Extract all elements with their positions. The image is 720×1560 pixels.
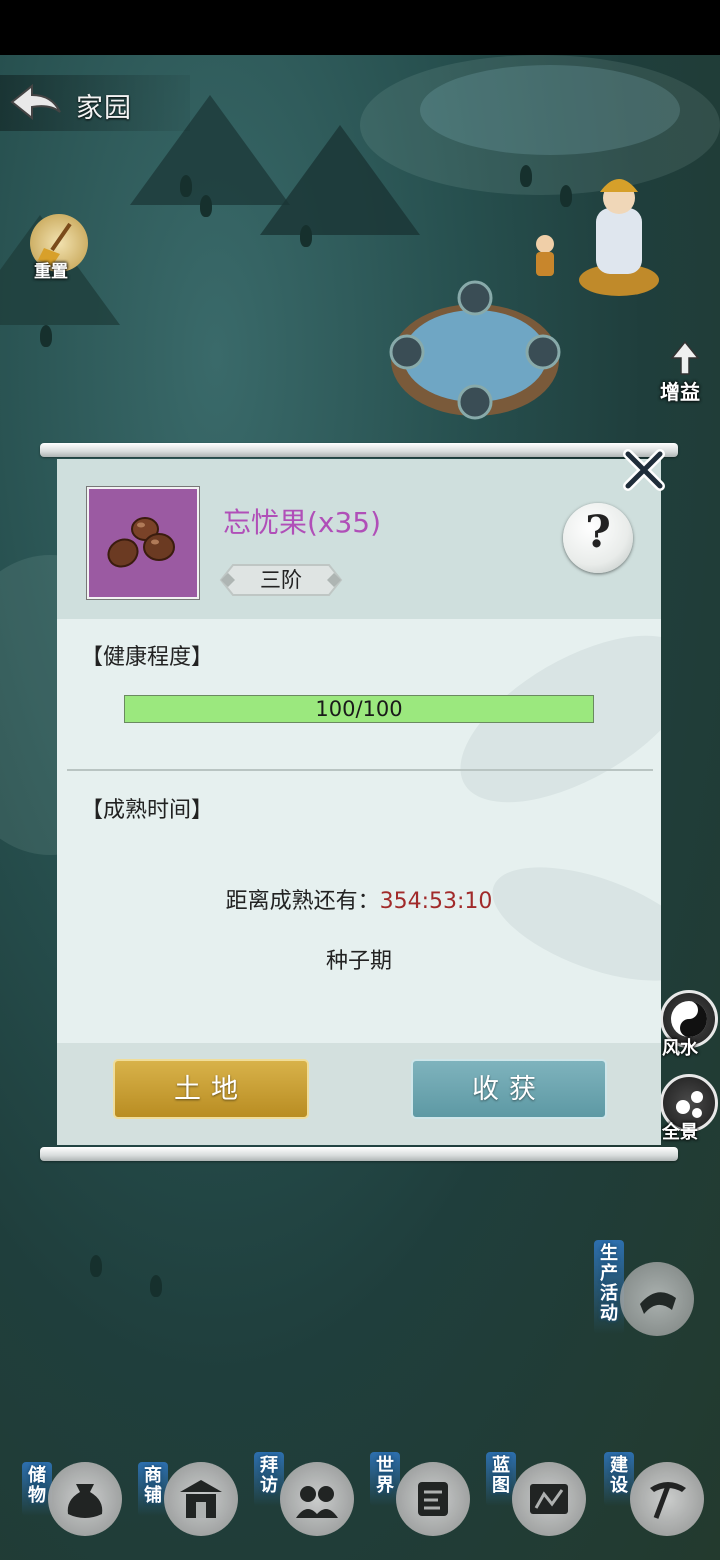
tree <box>520 165 532 187</box>
blueprint-icon <box>530 1484 568 1514</box>
tier-badge: 三阶 <box>219 563 343 597</box>
bamboo-watermark <box>478 844 661 1004</box>
item-slot[interactable] <box>87 487 199 599</box>
question-icon: ? <box>585 507 611 558</box>
storage-button[interactable] <box>48 1462 122 1536</box>
scroll-rod-bottom <box>40 1147 678 1161</box>
mountain <box>260 125 420 235</box>
arrow-up-icon[interactable] <box>668 340 702 376</box>
growth-stage: 种子期 <box>325 949 392 974</box>
maturity-value: 354:53:10 <box>379 889 493 914</box>
production-icon <box>640 1292 676 1314</box>
blueprint-button[interactable] <box>512 1462 586 1536</box>
land-button[interactable]: 土地 <box>113 1059 309 1119</box>
deity-statue[interactable] <box>578 168 660 300</box>
dock-label-storage: 储物 <box>22 1462 52 1516</box>
help-button[interactable]: ? <box>563 503 633 573</box>
visit-button[interactable] <box>280 1462 354 1536</box>
tree <box>150 1275 162 1297</box>
shop-button[interactable] <box>164 1462 238 1536</box>
tree <box>90 1255 102 1277</box>
tree <box>300 225 312 247</box>
item-name: 忘忧果(x35) <box>223 506 382 539</box>
dialog-footer: 土地 收获 <box>57 1043 661 1145</box>
production-label[interactable]: 生产活动 <box>594 1240 624 1334</box>
production-button[interactable] <box>620 1262 694 1336</box>
fruit-icon <box>107 517 175 568</box>
dock-label-shop: 商铺 <box>138 1462 168 1516</box>
tier-label: 三阶 <box>260 568 302 592</box>
build-button[interactable] <box>630 1462 704 1536</box>
plant-info-dialog: 忘忧果(x35) 三阶 ? 【健康程度】 100/100 【成熟时间】 距离成熟… <box>57 459 661 1145</box>
tree <box>180 175 192 197</box>
maturity-label: 距离成熟还有： <box>225 889 380 914</box>
maturity-countdown: 距离成熟还有：354:53:10 <box>57 883 661 915</box>
river <box>420 65 680 155</box>
reset-label: 重置 <box>34 262 68 282</box>
harvest-button[interactable]: 收获 <box>411 1059 607 1119</box>
section-divider <box>67 769 653 771</box>
shop-icon <box>180 1480 222 1518</box>
villager[interactable] <box>530 232 560 282</box>
health-bar: 100/100 <box>124 695 594 723</box>
tree <box>200 195 212 217</box>
status-bar <box>0 0 720 55</box>
tree <box>560 185 572 207</box>
scroll-rod-top <box>40 443 678 457</box>
pickaxe-icon <box>650 1482 686 1519</box>
bag-icon <box>67 1484 103 1518</box>
health-value: 100/100 <box>315 697 403 721</box>
back-arrow-icon[interactable] <box>8 82 64 124</box>
fountain-plaza[interactable] <box>385 280 565 420</box>
maturity-title: 【成熟时间】 <box>81 798 214 823</box>
scroll-icon <box>418 1482 448 1516</box>
health-title: 【健康程度】 <box>81 645 214 670</box>
world-button[interactable] <box>396 1462 470 1536</box>
close-icon[interactable] <box>622 448 666 492</box>
visit-icon <box>296 1486 338 1518</box>
tree <box>40 325 52 347</box>
buff-label[interactable]: 增益 <box>660 376 700 405</box>
dialog-header: 忘忧果(x35) 三阶 ? <box>57 459 661 619</box>
scene-title: 家园 <box>76 93 132 124</box>
